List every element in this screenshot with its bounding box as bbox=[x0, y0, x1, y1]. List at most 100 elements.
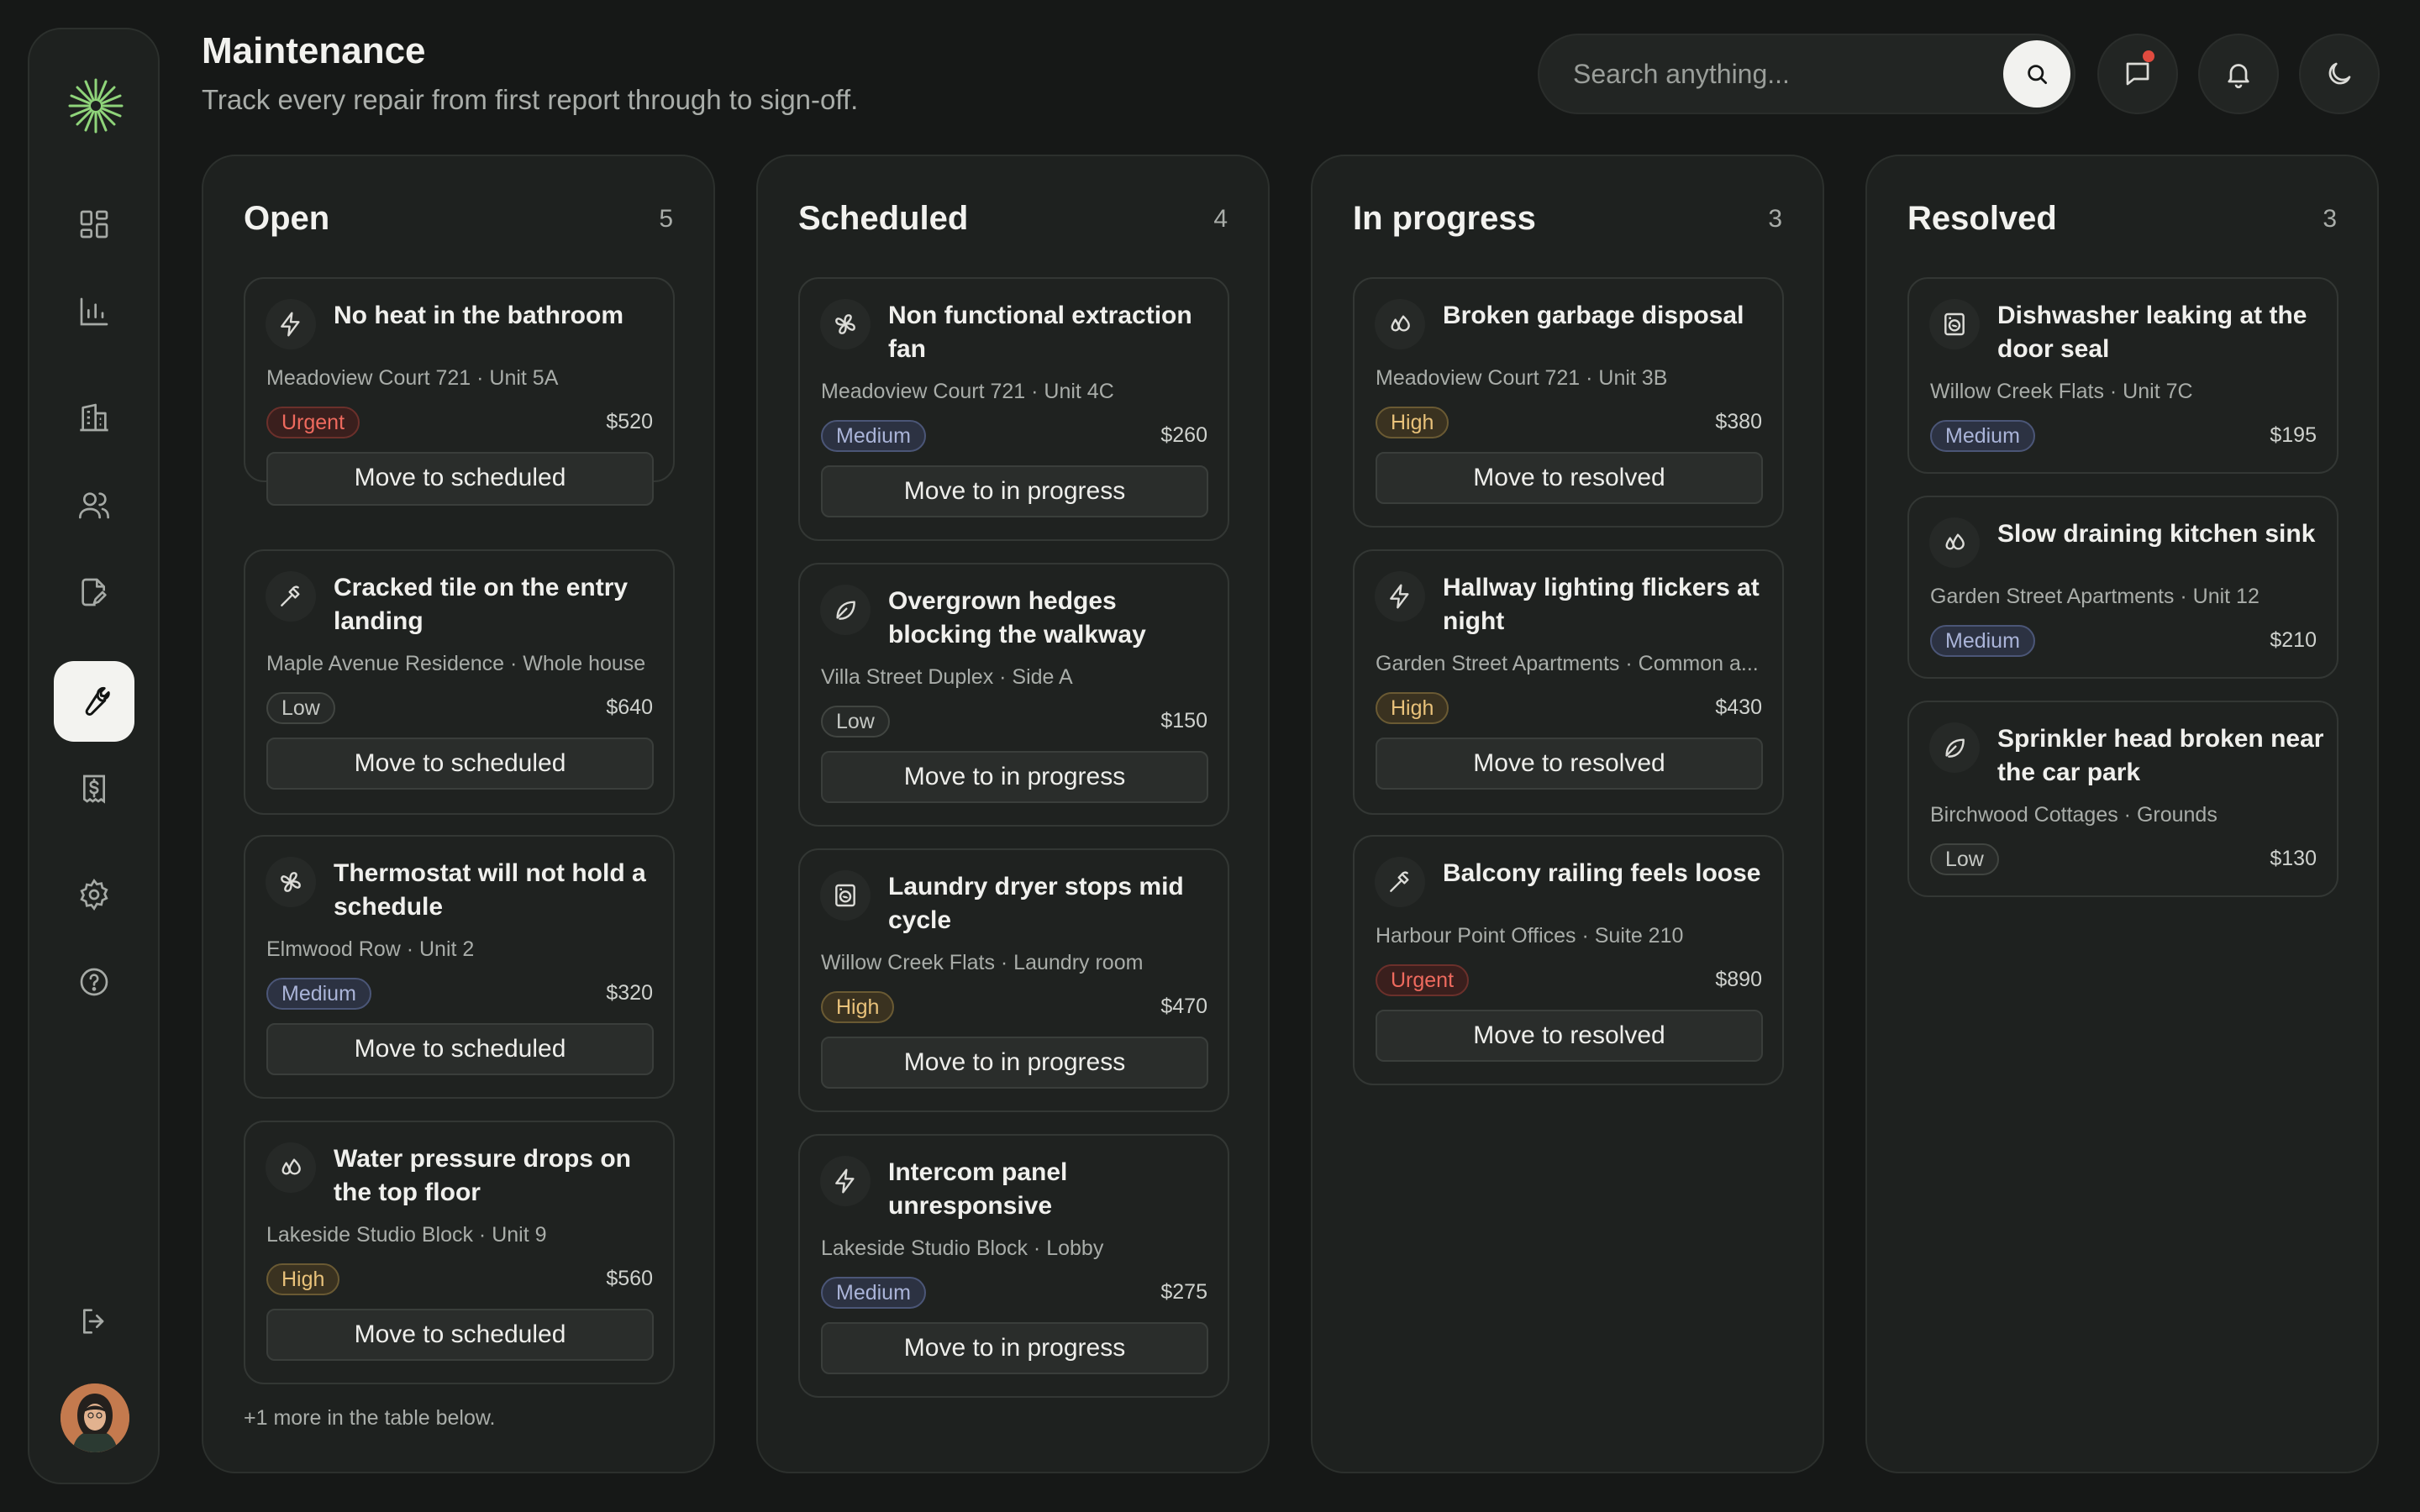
priority-badge: High bbox=[266, 1263, 340, 1295]
avatar[interactable] bbox=[60, 1383, 129, 1452]
work-order-card[interactable]: Slow draining kitchen sink Garden Street… bbox=[1907, 496, 2338, 679]
move-button[interactable]: Move to in progress bbox=[821, 1037, 1208, 1089]
column-count: 5 bbox=[659, 205, 673, 233]
work-order-card[interactable]: Laundry dryer stops mid cycle Willow Cre… bbox=[798, 848, 1229, 1112]
lightning-icon bbox=[820, 1156, 871, 1206]
column-count: 4 bbox=[1213, 205, 1228, 233]
work-order-card[interactable]: Sprinkler head broken near the car park … bbox=[1907, 701, 2338, 897]
dashboard-icon bbox=[80, 210, 108, 239]
card-location: Garden Street Apartments · Unit 12 bbox=[1930, 585, 2260, 608]
priority-badge: Urgent bbox=[266, 407, 360, 438]
column-title: Scheduled bbox=[798, 200, 969, 237]
move-button[interactable]: Move to scheduled bbox=[266, 452, 654, 506]
document-edit-icon bbox=[82, 578, 107, 606]
bell-icon bbox=[2228, 64, 2249, 89]
work-order-card[interactable]: Non functional extraction fan Meadoview … bbox=[798, 277, 1229, 541]
nav-properties[interactable] bbox=[54, 377, 134, 458]
chat-icon bbox=[2126, 62, 2149, 86]
card-title: Intercom panel unresponsive bbox=[888, 1158, 1068, 1220]
page-title: Maintenance bbox=[202, 30, 426, 71]
move-button[interactable]: Move to in progress bbox=[821, 465, 1208, 517]
move-button[interactable]: Move to scheduled bbox=[266, 738, 654, 790]
priority-badge: Medium bbox=[1930, 420, 2035, 452]
priority-badge: High bbox=[821, 991, 895, 1023]
card-title: Non functional extraction fan bbox=[888, 302, 1192, 363]
card-cost: $275 bbox=[1160, 1280, 1207, 1304]
nav-documents[interactable] bbox=[54, 552, 134, 633]
card-cost: $640 bbox=[606, 696, 653, 719]
nav-dashboard[interactable] bbox=[54, 184, 134, 265]
column-title: Resolved bbox=[1907, 200, 2057, 237]
card-title: Sprinkler head broken near the car park bbox=[1997, 725, 2324, 786]
move-button[interactable]: Move to resolved bbox=[1376, 738, 1763, 790]
droplets-icon bbox=[1929, 517, 1980, 568]
priority-badge: Low bbox=[266, 692, 335, 724]
nav-billing[interactable] bbox=[54, 748, 134, 829]
move-button[interactable]: Move to in progress bbox=[821, 1322, 1208, 1374]
column-title: In progress bbox=[1353, 200, 1536, 237]
nav-tenants[interactable] bbox=[54, 465, 134, 545]
move-button[interactable]: Move to scheduled bbox=[266, 1023, 654, 1075]
card-cost: $520 bbox=[606, 410, 653, 433]
work-order-card[interactable]: Broken garbage disposal Meadoview Court … bbox=[1353, 277, 1784, 528]
work-order-card[interactable]: Cracked tile on the entry landing Maple … bbox=[244, 549, 675, 815]
search-bar[interactable]: Search anything... bbox=[1538, 34, 2075, 114]
nav-analytics[interactable] bbox=[54, 271, 134, 352]
card-title: Slow draining kitchen sink bbox=[1997, 520, 2316, 548]
card-cost: $890 bbox=[1715, 968, 1762, 991]
card-location: Villa Street Duplex · Side A bbox=[821, 665, 1073, 689]
move-button[interactable]: Move to in progress bbox=[821, 751, 1208, 803]
gear-icon bbox=[80, 878, 108, 911]
column-in-progress: In progress 3 Broken garbage disposal Me… bbox=[1311, 155, 1824, 1473]
priority-badge: Low bbox=[1930, 843, 1999, 875]
card-location: Meadoview Court 721 · Unit 3B bbox=[1376, 366, 1668, 390]
card-title: Hallway lighting flickers at night bbox=[1443, 574, 1760, 635]
work-order-card[interactable]: Thermostat will not hold a schedule Elmw… bbox=[244, 835, 675, 1099]
priority-badge: Urgent bbox=[1376, 964, 1470, 996]
work-order-card[interactable]: Overgrown hedges blocking the walkway Vi… bbox=[798, 563, 1229, 827]
card-cost: $195 bbox=[2270, 423, 2317, 447]
card-cost: $430 bbox=[1715, 696, 1762, 719]
fan-icon bbox=[266, 857, 316, 907]
search-button[interactable] bbox=[2003, 40, 2070, 108]
nav-settings[interactable] bbox=[54, 854, 134, 935]
washing-machine-icon bbox=[820, 870, 871, 921]
move-button[interactable]: Move to resolved bbox=[1376, 1010, 1763, 1062]
lightning-icon bbox=[266, 299, 316, 349]
column-resolved: Resolved 3 Dishwasher leaking at the doo… bbox=[1865, 155, 2379, 1473]
lightning-icon bbox=[1375, 571, 1425, 622]
work-order-card[interactable]: No heat in the bathroom Meadoview Court … bbox=[244, 277, 675, 506]
column-scheduled: Scheduled 4 Non functional extraction fa… bbox=[756, 155, 1270, 1473]
nav-help[interactable] bbox=[54, 942, 134, 1022]
work-order-card[interactable]: Dishwasher leaking at the door seal Will… bbox=[1907, 277, 2338, 474]
droplets-icon bbox=[1375, 299, 1425, 349]
fan-icon bbox=[820, 299, 871, 349]
users-icon bbox=[79, 492, 110, 519]
work-order-card[interactable]: Intercom panel unresponsive Lakeside Stu… bbox=[798, 1134, 1229, 1398]
card-cost: $560 bbox=[606, 1267, 653, 1290]
hammer-icon bbox=[1375, 857, 1425, 907]
help-icon bbox=[80, 968, 108, 996]
messages-button[interactable] bbox=[2097, 34, 2178, 114]
notification-dot bbox=[2143, 50, 2154, 62]
work-order-card[interactable]: Hallway lighting flickers at night Garde… bbox=[1353, 549, 1784, 815]
move-button[interactable]: Move to scheduled bbox=[266, 1309, 654, 1361]
search-input[interactable]: Search anything... bbox=[1573, 59, 1790, 90]
chart-icon bbox=[80, 297, 108, 326]
card-location: Elmwood Row · Unit 2 bbox=[266, 937, 475, 961]
card-location: Garden Street Apartments · Common a... bbox=[1376, 652, 1759, 675]
move-button[interactable]: Move to resolved bbox=[1376, 452, 1763, 504]
wrench-icon bbox=[85, 686, 110, 717]
notifications-button[interactable] bbox=[2198, 34, 2279, 114]
logout-button[interactable] bbox=[54, 1281, 134, 1362]
card-title: Cracked tile on the entry landing bbox=[334, 574, 629, 635]
theme-toggle-button[interactable] bbox=[2299, 34, 2380, 114]
washing-machine-icon bbox=[1929, 299, 1980, 349]
column-title: Open bbox=[244, 200, 330, 237]
card-location: Maple Avenue Residence · Whole house bbox=[266, 652, 646, 675]
work-order-card[interactable]: Water pressure drops on the top floor La… bbox=[244, 1121, 675, 1384]
work-order-card[interactable]: Balcony railing feels loose Harbour Poin… bbox=[1353, 835, 1784, 1085]
card-title: Thermostat will not hold a schedule bbox=[334, 859, 646, 921]
nav-maintenance[interactable] bbox=[54, 661, 134, 742]
logout-icon bbox=[83, 1309, 104, 1334]
